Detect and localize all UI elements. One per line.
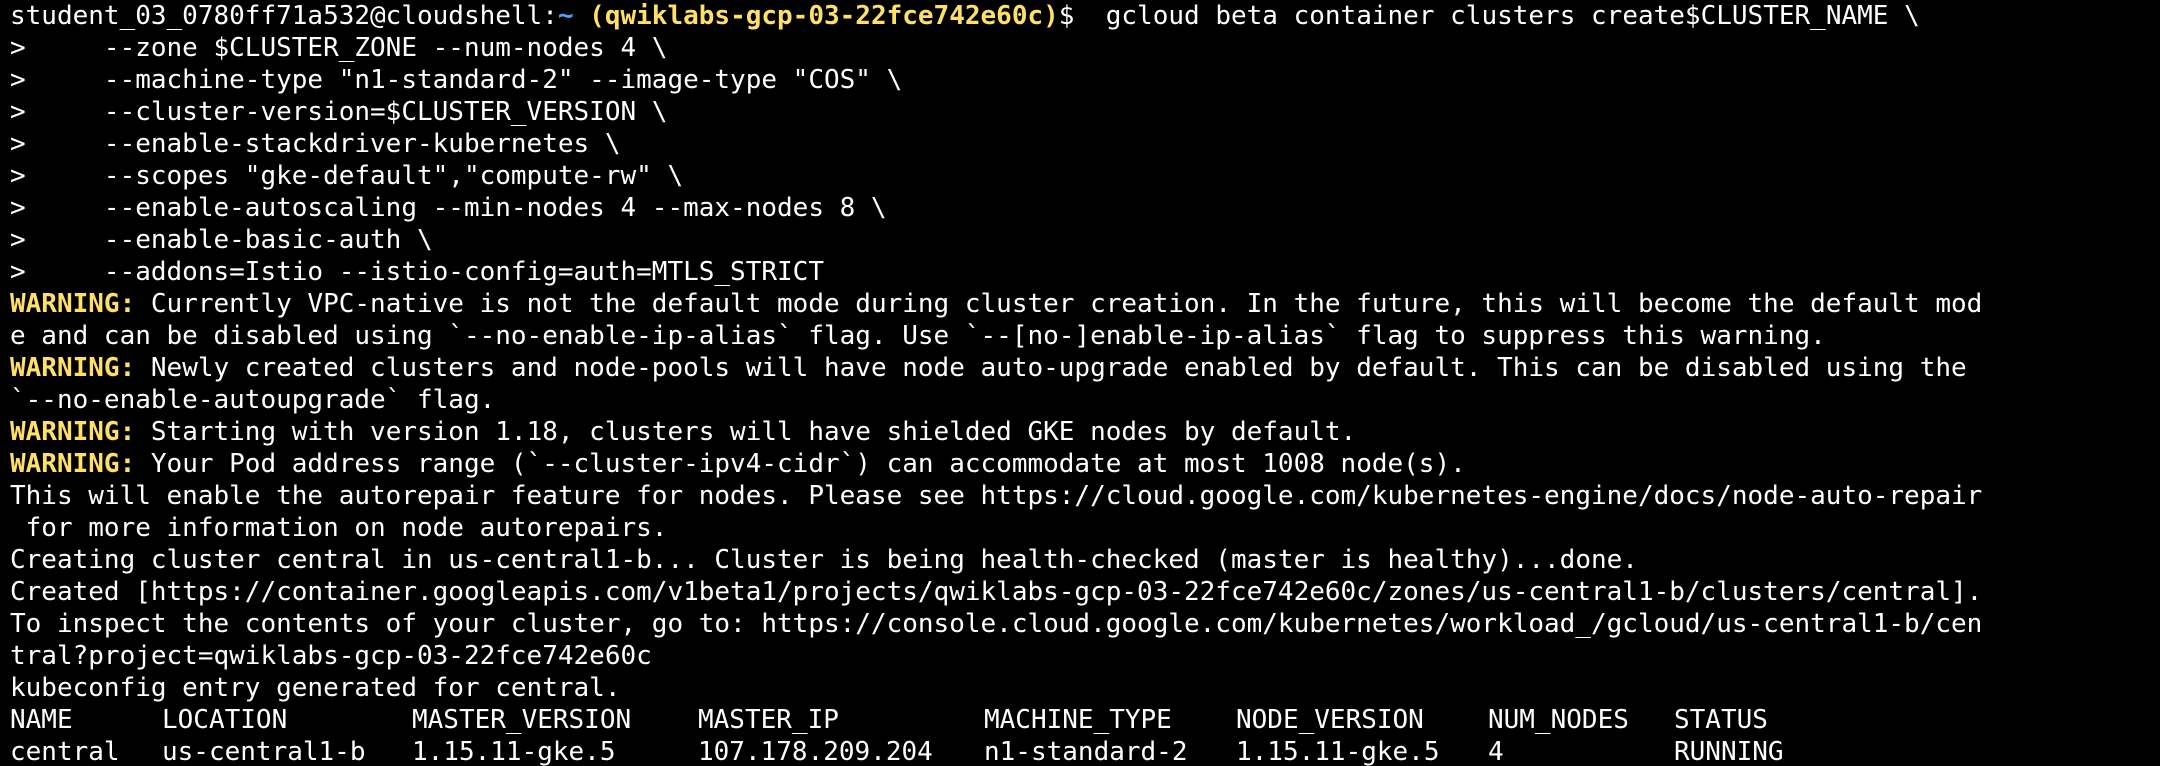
output-line: This will enable the autorepair feature … [10, 481, 1983, 511]
warning-label: WARNING: [10, 353, 136, 383]
continuation-line: > --enable-basic-auth \ [10, 225, 433, 255]
table-cell: 1.15.11-gke.5 [412, 737, 616, 766]
continuation-line: > --enable-stackdriver-kubernetes \ [10, 129, 621, 159]
table-cell: 107.178.209.204 [698, 737, 933, 766]
table-cell: us-central1-b [162, 737, 366, 766]
table-cell: 1.15.11-gke.5 [1236, 737, 1440, 766]
prompt-project: (qwiklabs-gcp-03-22fce742e60c) [573, 1, 1059, 31]
continuation-line: > --cluster-version=$CLUSTER_VERSION \ [10, 97, 668, 127]
cloud-shell-terminal[interactable]: student_03_0780ff71a532@cloudshell:~ (qw… [0, 0, 2160, 766]
table-header-cell: NAME [10, 705, 73, 735]
continuation-line: > --scopes "gke-default","compute-rw" \ [10, 161, 684, 191]
prompt-user-host: student_03_0780ff71a532@cloudshell: [10, 1, 558, 31]
table-cell: central [10, 737, 120, 766]
continuation-line: > --addons=Istio --istio-config=auth=MTL… [10, 257, 824, 287]
warning-label: WARNING: [10, 417, 136, 447]
table-header-cell: LOCATION [162, 705, 288, 735]
warning-text: Starting with version 1.18, clusters wil… [135, 417, 1357, 447]
table-row: central us-central1-b 1.15.11-gke.5 107.178… [10, 736, 2160, 766]
command-prompt-line: student_03_0780ff71a532@cloudshell:~ (qw… [10, 0, 2160, 32]
table-cell: 4 [1488, 737, 1504, 766]
continuation-line: > --machine-type "n1-standard-2" --image… [10, 65, 903, 95]
output-line: Created [https://container.googleapis.co… [10, 577, 1983, 607]
command-text: gcloud beta container clusters create$CL… [1074, 1, 1920, 31]
warning-label: WARNING: [10, 289, 136, 319]
warning-line: WARNING: Currently VPC-native is not the… [10, 288, 2160, 320]
table-cell: RUNNING [1674, 737, 1784, 766]
output-line: kubeconfig entry generated for central. [10, 673, 621, 703]
prompt-path: ~ [557, 1, 574, 31]
table-header-cell: NUM_NODES [1488, 705, 1629, 735]
warning-text: Your Pod address range (`--cluster-ipv4-… [135, 449, 1466, 479]
output-line: Creating cluster central in us-central1-… [10, 545, 1638, 575]
table-header-cell: MASTER_VERSION [412, 705, 632, 735]
table-header-cell: NODE_VERSION [1236, 705, 1424, 735]
table-header-cell: MASTER_IP [698, 705, 839, 735]
continuation-line: > --zone $CLUSTER_ZONE --num-nodes 4 \ [10, 33, 668, 63]
warning-line: WARNING: Starting with version 1.18, clu… [10, 416, 2160, 448]
table-header-cell: MACHINE_TYPE [984, 705, 1172, 735]
table-header-cell: STATUS [1674, 705, 1768, 735]
warning-label: WARNING: [10, 449, 136, 479]
warning-text: Newly created clusters and node-pools wi… [135, 353, 1967, 383]
warning-wrap-line: e and can be disabled using `--no-enable… [10, 321, 1826, 351]
output-line: tral?project=qwiklabs-gcp-03-22fce742e60… [10, 641, 652, 671]
output-line: for more information on node autorepairs… [10, 513, 668, 543]
cluster-table-header: NAME LOCATION MASTER_VERSION MASTER_IP MACHI… [10, 704, 2160, 736]
table-cell: n1-standard-2 [984, 737, 1188, 766]
warning-line: WARNING: Newly created clusters and node… [10, 352, 2160, 384]
warning-text: Currently VPC-native is not the default … [135, 289, 1983, 319]
warning-line: WARNING: Your Pod address range (`--clus… [10, 448, 2160, 480]
warning-wrap-line: `--no-enable-autoupgrade` flag. [10, 385, 496, 415]
output-line: To inspect the contents of your cluster,… [10, 609, 1983, 639]
continuation-line: > --enable-autoscaling --min-nodes 4 --m… [10, 193, 887, 223]
prompt-symbol: $ [1058, 1, 1075, 31]
